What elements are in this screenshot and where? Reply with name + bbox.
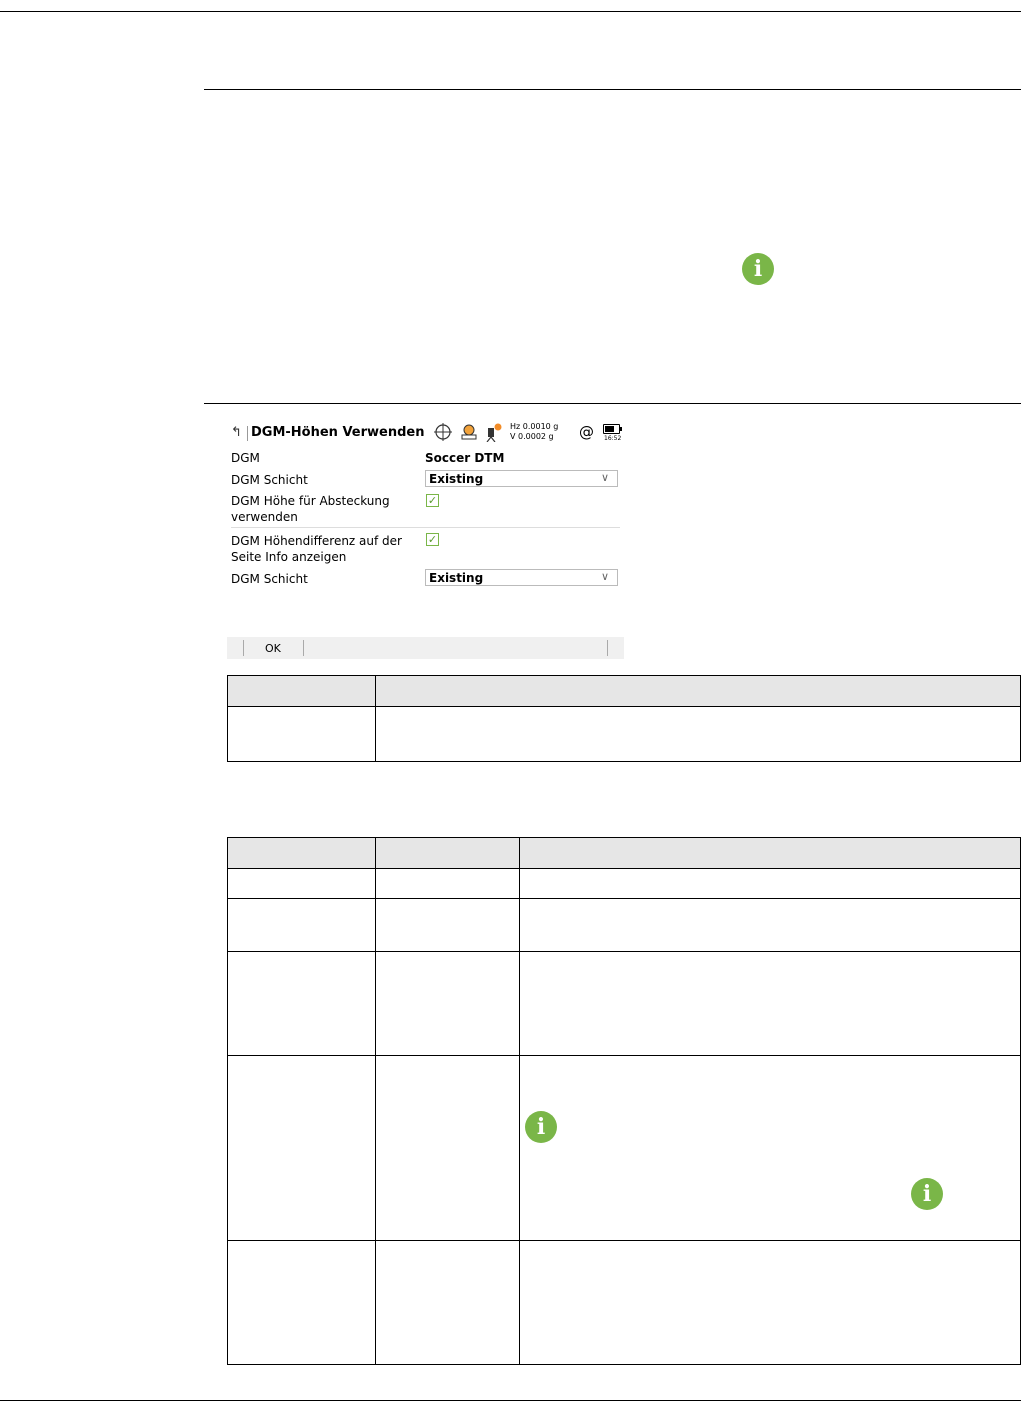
- row-separator: [231, 527, 620, 528]
- crosshair-icon: [434, 423, 452, 441]
- table-cell: [375, 1055, 520, 1241]
- dropdown-value: Existing: [429, 472, 484, 486]
- hz-readout: Hz 0.0010 g: [510, 422, 559, 431]
- table-cell: [519, 1055, 1021, 1241]
- dropdown-value: Existing: [429, 571, 484, 585]
- table-cell: [375, 898, 520, 952]
- angle-readout: Hz 0.0010 g V 0.0002 g: [510, 422, 558, 442]
- table-cell: [519, 951, 1021, 1056]
- softkey-divider: [607, 640, 608, 656]
- battery-icon: [603, 424, 620, 434]
- table-cell: [227, 1055, 376, 1241]
- target-icon: [461, 424, 477, 440]
- clock: 16:52: [604, 435, 622, 442]
- screen-title: DGM-Höhen Verwenden: [251, 425, 425, 440]
- table-cell: [519, 1240, 1021, 1365]
- field-label-dgm-schicht: DGM Schicht: [231, 473, 308, 487]
- softkey-divider: [243, 640, 244, 656]
- table-cell: [519, 898, 1021, 952]
- table-header-cell: [519, 837, 1021, 869]
- at-icon: @: [579, 423, 594, 441]
- title-separator: [247, 426, 248, 441]
- softkey-divider: [303, 640, 304, 656]
- info-icon: i: [742, 253, 774, 285]
- instrument-icon: [486, 423, 502, 442]
- field-label-dgm: DGM: [231, 451, 260, 465]
- checkbox-checked-icon[interactable]: ✓: [426, 533, 439, 546]
- field-label-hoehe-absteckung: DGM Höhe für Absteckung verwenden: [231, 494, 390, 524]
- bottom-rule: [0, 1400, 1021, 1401]
- device-screenshot: ↰ DGM-Höhen Verwenden Hz 0.0010 g V 0.00…: [227, 418, 624, 659]
- field-table: [227, 837, 1021, 1365]
- v-readout: V 0.0002 g: [510, 432, 554, 441]
- section-rule-2: [204, 403, 1021, 404]
- info-icon: i: [911, 1178, 943, 1210]
- back-arrow-icon[interactable]: ↰: [231, 425, 242, 440]
- checkbox-checked-icon[interactable]: ✓: [426, 494, 439, 507]
- dgm-schicht-dropdown-2[interactable]: Existing ∨: [425, 569, 618, 586]
- softkey-bar: OK: [227, 637, 624, 659]
- table-cell: [227, 898, 376, 952]
- dgm-schicht-dropdown[interactable]: Existing ∨: [425, 470, 618, 487]
- table-cell: [227, 868, 376, 899]
- table-cell: [375, 951, 520, 1056]
- softkey-table: [227, 675, 1021, 762]
- table-cell: [227, 1240, 376, 1365]
- info-icon: i: [525, 1111, 557, 1143]
- table-cell: [227, 706, 376, 762]
- table-cell: [375, 1240, 520, 1365]
- chevron-down-icon: ∨: [600, 570, 609, 583]
- screen-title-bar: ↰ DGM-Höhen Verwenden Hz 0.0010 g V 0.00…: [227, 418, 624, 448]
- table-cell: [519, 868, 1021, 899]
- table-cell: [375, 868, 520, 899]
- table-header-cell: [227, 675, 376, 707]
- table-cell: [227, 951, 376, 1056]
- ok-button[interactable]: OK: [265, 642, 281, 655]
- dgm-value: Soccer DTM: [425, 451, 505, 465]
- table-header-cell: [375, 675, 1021, 707]
- section-rule-1: [204, 89, 1021, 90]
- table-cell: [375, 706, 1021, 762]
- table-header-cell: [375, 837, 520, 869]
- field-label-dgm-schicht-2: DGM Schicht: [231, 572, 308, 586]
- battery-tip: [620, 427, 622, 431]
- chevron-down-icon: ∨: [600, 471, 609, 484]
- top-rule: [0, 11, 1021, 12]
- field-label-hoehendifferenz: DGM Höhendifferenz auf der Seite Info an…: [231, 534, 402, 564]
- table-header-cell: [227, 837, 376, 869]
